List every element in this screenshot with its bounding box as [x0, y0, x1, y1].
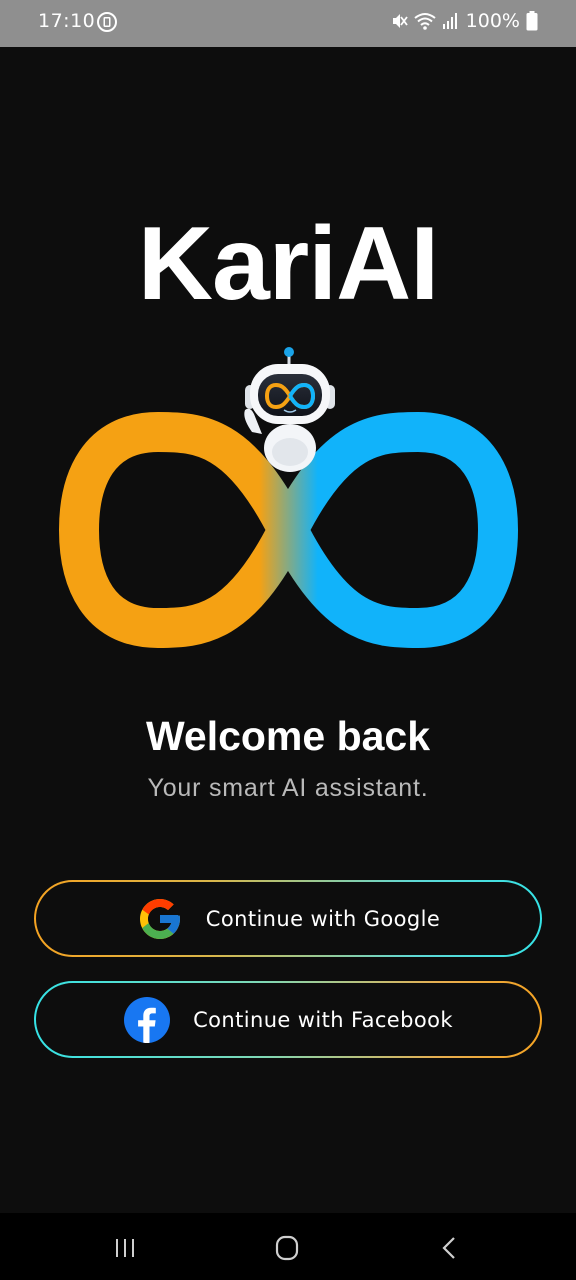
navigation-bar	[0, 1213, 576, 1280]
battery-percentage: 100%	[465, 10, 520, 32]
facebook-button-label: Continue with Facebook	[193, 1007, 453, 1032]
continue-with-facebook-button[interactable]: Continue with Facebook	[34, 981, 542, 1058]
status-icons: 100%	[390, 10, 538, 32]
google-button-label: Continue with Google	[205, 906, 441, 931]
back-icon[interactable]	[435, 1233, 465, 1263]
facebook-button-body: Continue with Facebook	[36, 983, 540, 1056]
app-title: KariAI	[137, 206, 439, 322]
google-icon	[139, 898, 180, 939]
battery-icon	[526, 11, 538, 31]
welcome-title: Welcome back	[145, 713, 431, 759]
home-icon[interactable]	[272, 1233, 302, 1263]
facebook-icon	[124, 996, 171, 1043]
recents-icon[interactable]	[111, 1233, 141, 1263]
google-button-body: Continue with Google	[36, 882, 540, 955]
welcome-subtitle: Your smart AI assistant.	[147, 774, 429, 802]
wifi-icon	[414, 13, 436, 30]
login-screen: 17:10 100% KariAI Welcome back Your smar…	[0, 0, 576, 1280]
status-bar: 17:10 100%	[0, 0, 576, 47]
signal-icon	[442, 13, 457, 29]
continue-with-google-button[interactable]: Continue with Google	[34, 880, 542, 957]
infinity-robot-logo	[59, 347, 518, 648]
mute-icon	[392, 14, 408, 28]
screen-record-icon	[97, 12, 117, 32]
status-time: 17:10	[38, 10, 96, 32]
